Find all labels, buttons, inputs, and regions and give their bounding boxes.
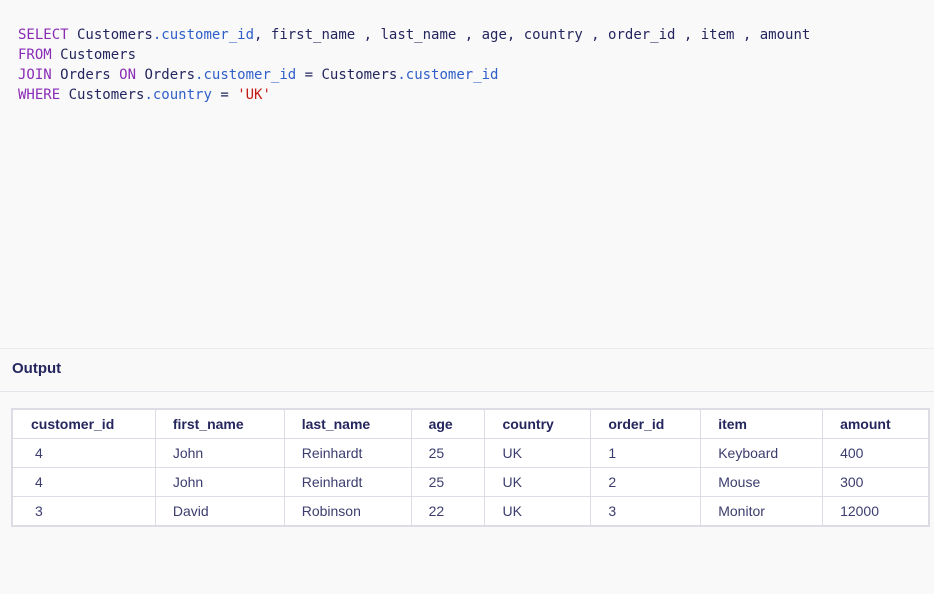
column-header: amount <box>822 409 929 439</box>
table-cell: Monitor <box>700 496 824 526</box>
table-cell: 1 <box>590 438 702 468</box>
output-panel-header: Output <box>0 348 934 392</box>
table-cell: 25 <box>410 467 486 497</box>
sql-column-ref: .customer_id <box>152 27 255 43</box>
table-header-row: customer_id first_name last_name age cou… <box>12 409 929 439</box>
sql-column-ref: .customer_id <box>397 67 499 83</box>
sql-code-editor[interactable]: SELECT Customers.customer_id, first_name… <box>0 0 934 348</box>
sql-text: , first_name , last_name , age, country … <box>254 27 811 43</box>
table-cell: Keyboard <box>700 438 824 468</box>
table-cell: Robinson <box>283 496 412 526</box>
code-line-3: JOIN Orders ON Orders.customer_id = Cust… <box>18 65 499 85</box>
sql-keyword: ON <box>119 67 137 83</box>
sql-string-literal: 'UK' <box>237 87 271 103</box>
sql-column-ref: .country <box>144 87 212 103</box>
table-cell: Reinhardt <box>283 467 412 497</box>
table-cell: Mouse <box>700 467 824 497</box>
sql-text: Orders <box>51 67 120 83</box>
column-header: order_id <box>590 409 702 439</box>
table-row: 3 David Robinson 22 UK 3 Monitor 12000 <box>12 496 929 526</box>
sql-keyword: SELECT <box>18 27 69 43</box>
table-cell: David <box>154 496 285 526</box>
sql-column-ref: .customer_id <box>195 67 297 83</box>
sql-keyword: WHERE <box>18 87 61 103</box>
table-row: 4 John Reinhardt 25 UK 2 Mouse 300 <box>12 467 929 497</box>
table-cell: UK <box>484 438 592 468</box>
code-line-4: WHERE Customers.country = 'UK' <box>18 85 271 105</box>
sql-text: = Customers <box>296 67 398 83</box>
column-header: last_name <box>283 409 412 439</box>
column-header: age <box>410 409 486 439</box>
table-cell: 2 <box>590 467 702 497</box>
table-cell: UK <box>484 467 592 497</box>
table-cell: John <box>154 438 285 468</box>
output-title: Output <box>12 360 62 377</box>
sql-keyword: JOIN <box>18 67 52 83</box>
table-cell: 4 <box>12 467 156 497</box>
table-cell: Reinhardt <box>283 438 412 468</box>
result-table: customer_id first_name last_name age cou… <box>12 409 929 526</box>
table-cell: John <box>154 467 285 497</box>
column-header: item <box>700 409 824 439</box>
table-cell: 300 <box>822 467 929 497</box>
column-header: customer_id <box>12 409 156 439</box>
table-cell: 4 <box>12 438 156 468</box>
code-line-2: FROM Customers <box>18 45 136 65</box>
table-cell: UK <box>484 496 592 526</box>
column-header: country <box>484 409 592 439</box>
table-cell: 400 <box>822 438 929 468</box>
output-panel: customer_id first_name last_name age cou… <box>0 392 934 594</box>
sql-text: Orders <box>136 67 196 83</box>
table-cell: 12000 <box>822 496 929 526</box>
table-cell: 22 <box>410 496 486 526</box>
table-cell: 3 <box>12 496 156 526</box>
table-row: 4 John Reinhardt 25 UK 1 Keyboard 400 <box>12 438 929 468</box>
code-line-1: SELECT Customers.customer_id, first_name… <box>18 25 810 45</box>
table-cell: 25 <box>410 438 486 468</box>
sql-text: Customers <box>51 47 137 63</box>
sql-text: = <box>211 87 238 103</box>
sql-keyword: FROM <box>18 47 52 63</box>
table-cell: 3 <box>590 496 702 526</box>
column-header: first_name <box>154 409 285 439</box>
sql-text: Customers <box>60 87 145 103</box>
sql-text: Customers <box>68 27 153 43</box>
